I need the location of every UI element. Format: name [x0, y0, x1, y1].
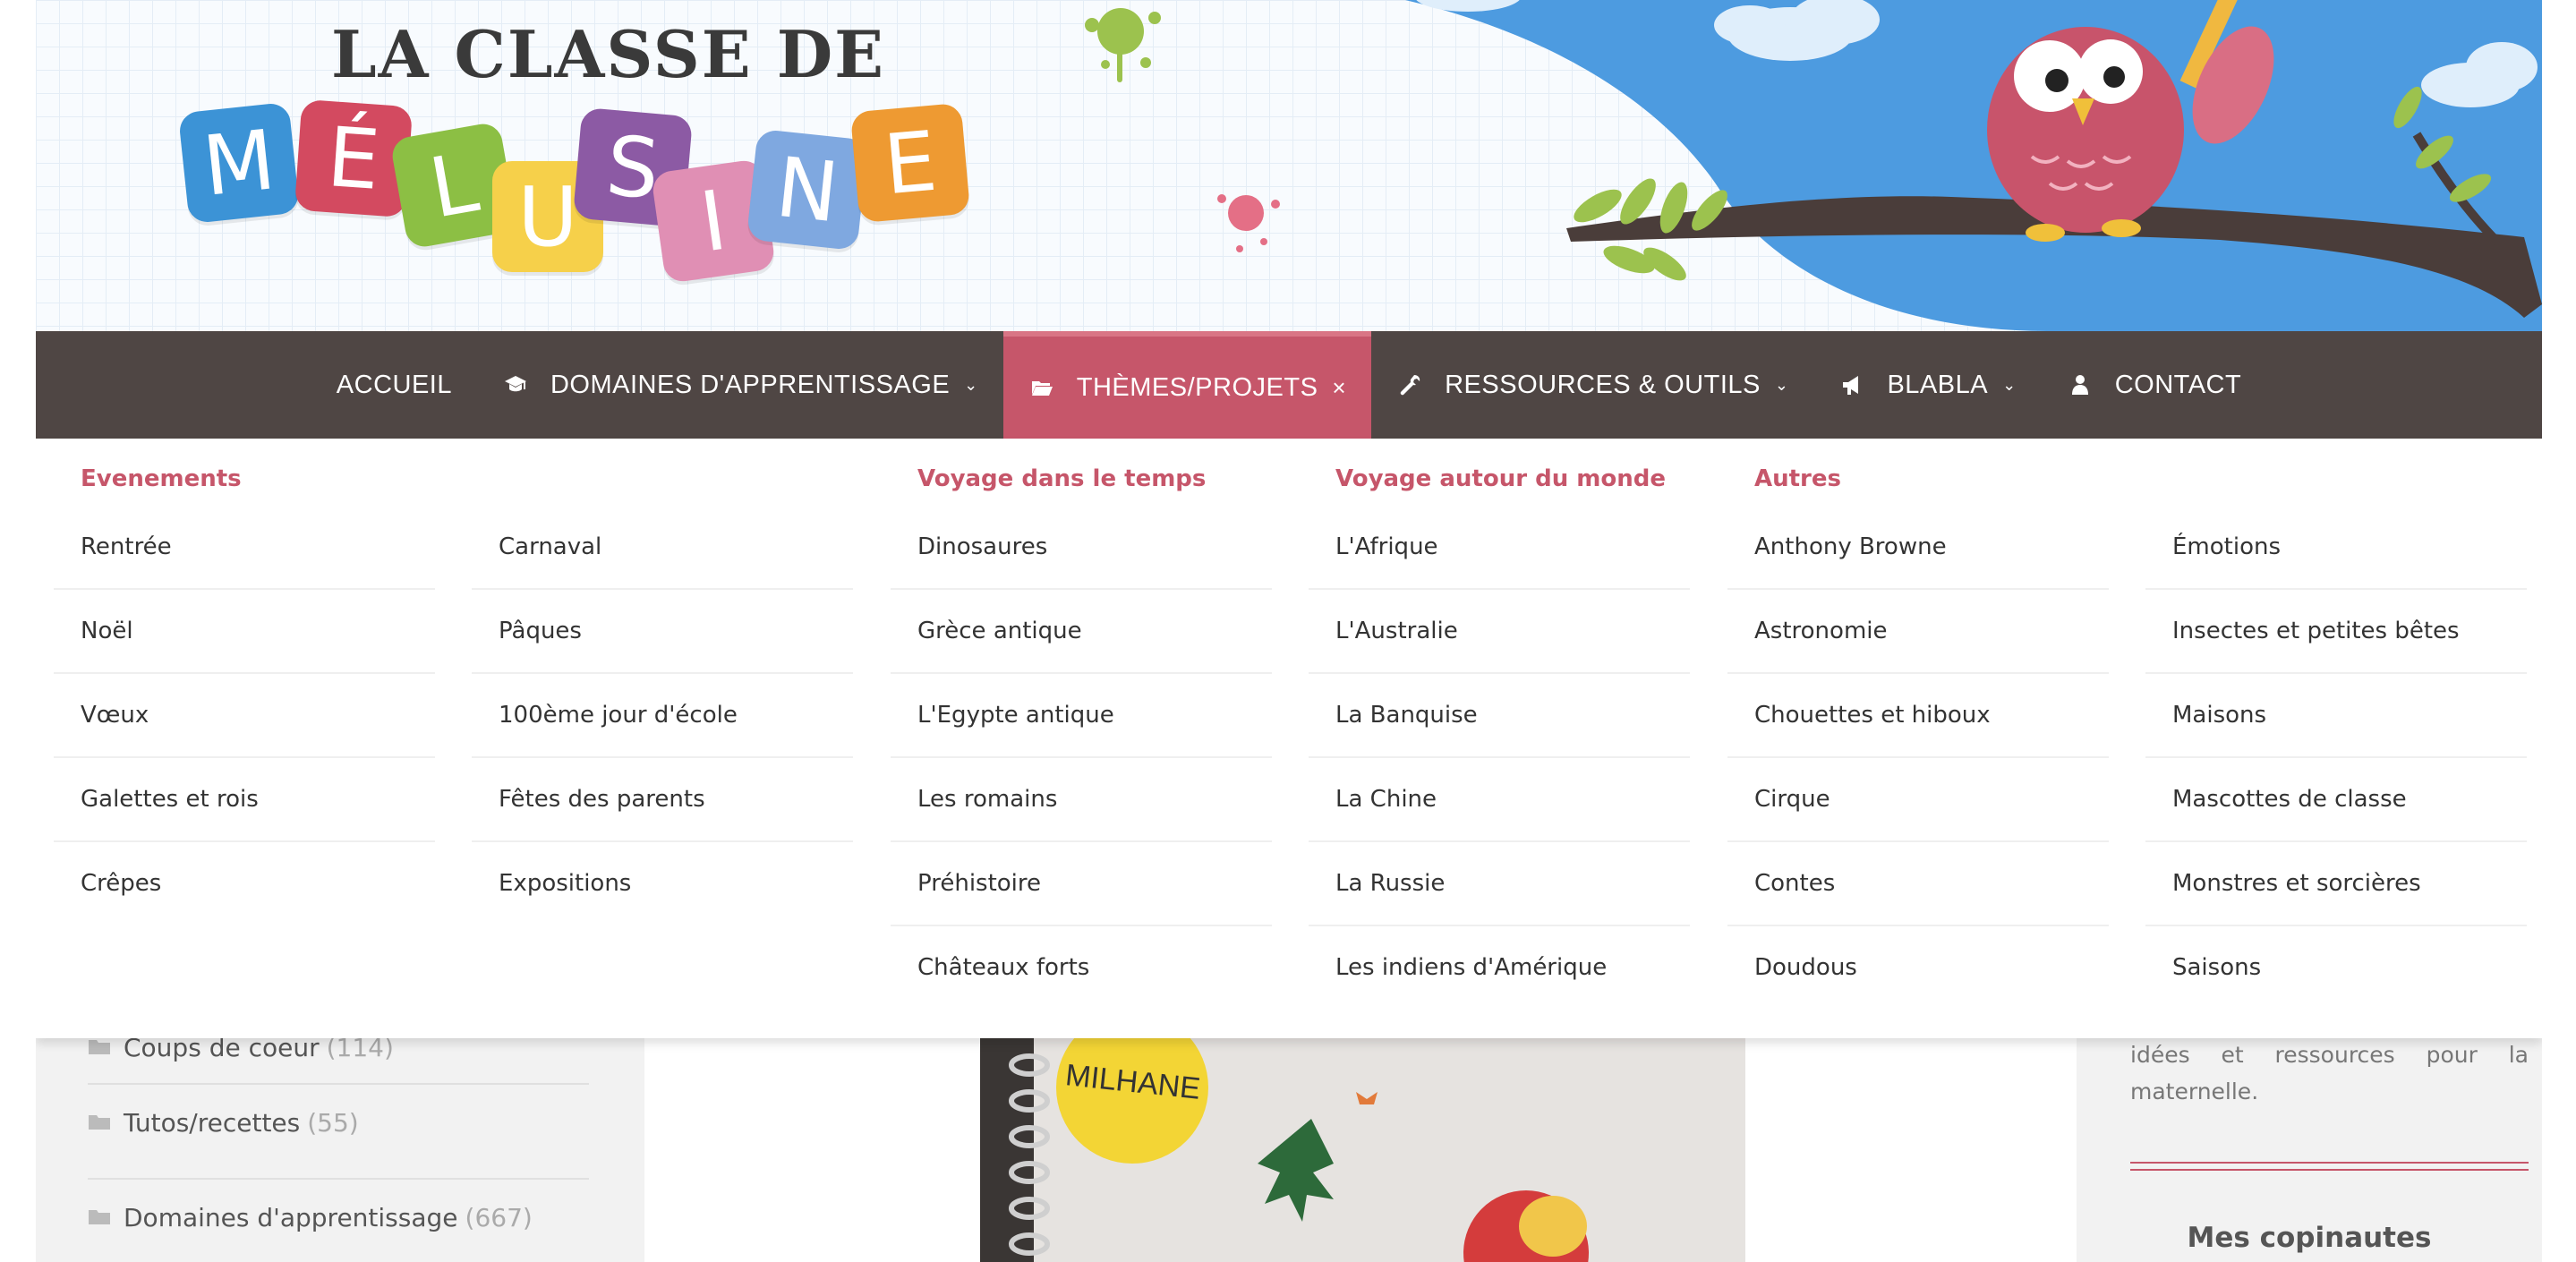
menu-item[interactable]: Expositions	[472, 842, 853, 925]
menu-item[interactable]: Préhistoire	[891, 842, 1272, 926]
nav-blabla[interactable]: BLABLA ⌄	[1813, 331, 2041, 439]
menu-item[interactable]: L'Egypte antique	[891, 674, 1272, 758]
chevron-down-icon: ⌄	[964, 375, 978, 394]
menu-item[interactable]: La Banquise	[1309, 674, 1690, 758]
logo-letter: N	[772, 139, 843, 241]
divider	[2130, 1162, 2529, 1171]
category-count: (667)	[465, 1202, 533, 1232]
nav-themes-projets[interactable]: THÈMES/PROJETS ×	[1002, 331, 1372, 439]
main-nav: ACCUEIL DOMAINES D'APPRENTISSAGE ⌄ THÈME…	[36, 331, 2542, 439]
menu-item[interactable]: Carnaval	[472, 506, 853, 590]
nav-label: BLABLA	[1887, 370, 1989, 399]
category-link[interactable]: Tutos/recettes (55)	[88, 1097, 589, 1147]
menu-item[interactable]: Cirque	[1727, 758, 2109, 842]
menu-item[interactable]: Vœux	[54, 674, 435, 758]
menu-item[interactable]: La Chine	[1309, 758, 1690, 842]
folder-icon	[89, 1040, 110, 1054]
menu-column: Rentrée Noël Vœux Galettes et rois Crêpe…	[54, 506, 435, 925]
sidebar-text: idées et ressources pour la maternelle.	[2130, 1042, 2529, 1104]
logo-letter-tile: E	[849, 102, 971, 224]
menu-item[interactable]: Châteaux forts	[891, 926, 1272, 1009]
menu-item[interactable]: Fêtes des parents	[472, 758, 853, 842]
menu-item[interactable]: Anthony Browne	[1727, 506, 2109, 590]
logo-letter: I	[695, 172, 732, 270]
folder-icon	[89, 1210, 110, 1224]
menu-item[interactable]: Astronomie	[1727, 590, 2109, 674]
menu-heading-voyage-temps[interactable]: Voyage dans le temps	[917, 465, 1206, 492]
logo-letter: E	[880, 113, 941, 213]
menu-item[interactable]: Émotions	[2145, 506, 2527, 590]
header-banner: LA CLASSE DE M É L U S I N E	[36, 0, 2542, 331]
menu-item[interactable]: Mascottes de classe	[2145, 758, 2527, 842]
site: LA CLASSE DE M É L U S I N E ACCUEIL DOM…	[36, 0, 2542, 1262]
nav-label: RESSOURCES & OUTILS	[1445, 370, 1761, 399]
wrench-icon	[1396, 371, 1423, 398]
site-title-top[interactable]: LA CLASSE DE	[331, 16, 885, 92]
nav-accueil[interactable]: ACCUEIL	[311, 331, 477, 439]
folder-open-icon	[1028, 374, 1055, 401]
menu-column: Carnaval Pâques 100ème jour d'école Fête…	[472, 506, 853, 925]
menu-item[interactable]: Les indiens d'Amérique	[1309, 926, 1690, 1009]
category-link[interactable]: Domaines d'apprentissage (667)	[88, 1192, 589, 1242]
folder-icon	[89, 1115, 110, 1130]
logo-letter-tile: N	[746, 128, 869, 252]
menu-column: Dinosaures Grèce antique L'Egypte antiqu…	[891, 506, 1272, 1009]
logo-letter: É	[324, 108, 383, 209]
menu-item[interactable]: Doudous	[1727, 926, 2109, 1009]
menu-item[interactable]: Maisons	[2145, 674, 2527, 758]
close-icon[interactable]: ×	[1332, 374, 1346, 402]
menu-item[interactable]: Les romains	[891, 758, 1272, 842]
category-label: Domaines d'apprentissage	[124, 1202, 458, 1232]
category-label: Tutos/recettes	[124, 1107, 301, 1138]
divider	[88, 1083, 589, 1085]
menu-heading-voyage-monde[interactable]: Voyage autour du monde	[1335, 465, 1666, 492]
mega-menu: Evenements Voyage dans le temps Voyage a…	[36, 439, 2542, 1038]
bullhorn-icon	[1838, 371, 1865, 398]
menu-item[interactable]: Chouettes et hiboux	[1727, 674, 2109, 758]
nav-label: THÈMES/PROJETS	[1076, 372, 1318, 402]
menu-item[interactable]: Noël	[54, 590, 435, 674]
divider	[88, 1178, 589, 1180]
menu-column: Émotions Insectes et petites bêtes Maiso…	[2145, 506, 2527, 1009]
logo-letter: M	[198, 111, 280, 215]
menu-item[interactable]: Monstres et sorcières	[2145, 842, 2527, 926]
menu-item[interactable]: Grèce antique	[891, 590, 1272, 674]
nav-label: CONTACT	[2114, 370, 2242, 399]
menu-item[interactable]: Contes	[1727, 842, 2109, 926]
category-count: (55)	[307, 1107, 359, 1138]
menu-item[interactable]: Crêpes	[54, 842, 435, 925]
chevron-down-icon: ⌄	[2002, 375, 2017, 394]
menu-item[interactable]: Rentrée	[54, 506, 435, 590]
menu-item[interactable]: La Russie	[1309, 842, 1690, 926]
logo-letter: U	[517, 168, 578, 265]
menu-item[interactable]: Insectes et petites bêtes	[2145, 590, 2527, 674]
menu-item[interactable]: 100ème jour d'école	[472, 674, 853, 758]
menu-item[interactable]: L'Afrique	[1309, 506, 1690, 590]
menu-heading-autres[interactable]: Autres	[1754, 465, 1841, 492]
post-photo[interactable]: MILHANE	[980, 1038, 1745, 1262]
menu-item[interactable]: Galettes et rois	[54, 758, 435, 842]
nav-contact[interactable]: CONTACT	[2042, 331, 2267, 439]
menu-item[interactable]: Saisons	[2145, 926, 2527, 1009]
graduation-cap-icon	[502, 371, 529, 398]
nav-domaines[interactable]: DOMAINES D'APPRENTISSAGE ⌄	[477, 331, 1003, 439]
logo-letter: L	[422, 133, 485, 237]
menu-column: L'Afrique L'Australie La Banquise La Chi…	[1309, 506, 1690, 1009]
nav-label: ACCUEIL	[336, 370, 452, 399]
user-icon	[2067, 371, 2094, 398]
logo-letter-tile: M	[177, 101, 301, 225]
menu-item[interactable]: Pâques	[472, 590, 853, 674]
menu-item[interactable]: L'Australie	[1309, 590, 1690, 674]
chevron-down-icon: ⌄	[1774, 375, 1789, 394]
menu-column: Anthony Browne Astronomie Chouettes et h…	[1727, 506, 2109, 1009]
menu-heading-evenements[interactable]: Evenements	[81, 465, 242, 492]
menu-item[interactable]: Dinosaures	[891, 506, 1272, 590]
nav-ressources-outils[interactable]: RESSOURCES & OUTILS ⌄	[1371, 331, 1813, 439]
sidebar-heading: Mes copinautes	[2187, 1222, 2432, 1254]
nav-label: DOMAINES D'APPRENTISSAGE	[550, 370, 951, 399]
